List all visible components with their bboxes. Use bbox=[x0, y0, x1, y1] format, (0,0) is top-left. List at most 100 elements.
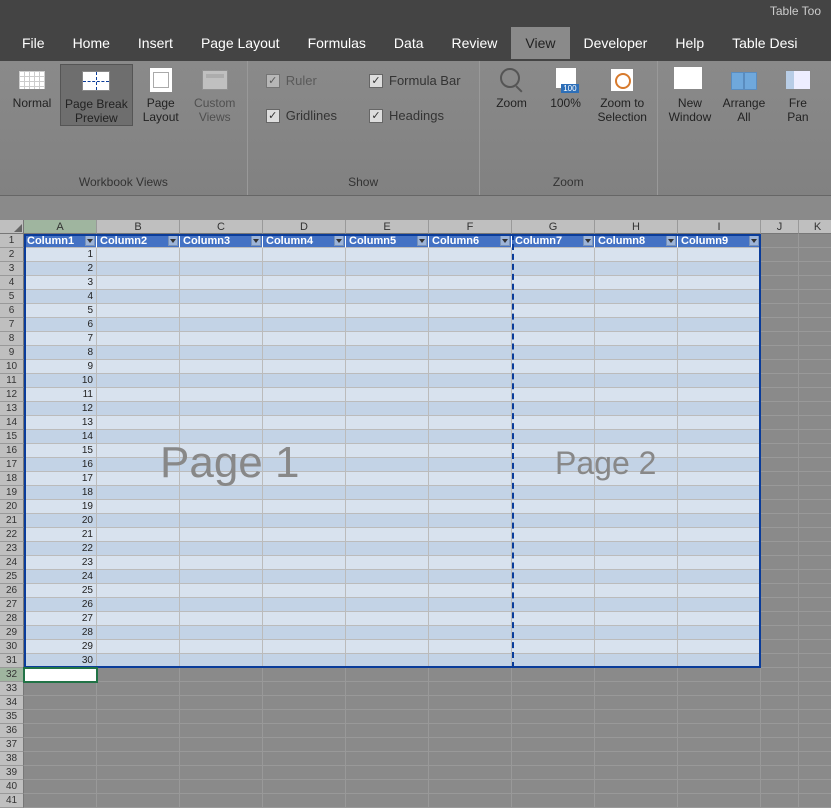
cell[interactable] bbox=[429, 416, 512, 430]
cell[interactable] bbox=[761, 486, 799, 500]
cell[interactable] bbox=[678, 514, 761, 528]
cell[interactable] bbox=[678, 668, 761, 682]
cell[interactable] bbox=[180, 640, 263, 654]
cell[interactable] bbox=[429, 710, 512, 724]
cell[interactable] bbox=[24, 752, 97, 766]
row-header-5[interactable]: 5 bbox=[0, 290, 24, 304]
cell[interactable] bbox=[346, 514, 429, 528]
cell[interactable] bbox=[595, 696, 678, 710]
cell[interactable] bbox=[180, 276, 263, 290]
cell[interactable] bbox=[180, 458, 263, 472]
cell[interactable] bbox=[24, 668, 97, 682]
cell[interactable] bbox=[24, 738, 97, 752]
cell[interactable] bbox=[595, 262, 678, 276]
cell[interactable] bbox=[263, 416, 346, 430]
cell[interactable] bbox=[429, 570, 512, 584]
cell[interactable] bbox=[678, 710, 761, 724]
filter-dropdown-icon[interactable] bbox=[500, 235, 510, 246]
cell[interactable] bbox=[761, 626, 799, 640]
cell[interactable] bbox=[429, 360, 512, 374]
cell[interactable] bbox=[512, 276, 595, 290]
cell[interactable] bbox=[97, 262, 180, 276]
cell[interactable] bbox=[512, 696, 595, 710]
row-header-38[interactable]: 38 bbox=[0, 752, 24, 766]
col-header-A[interactable]: A bbox=[24, 220, 97, 234]
cell[interactable] bbox=[799, 346, 831, 360]
cell[interactable] bbox=[346, 262, 429, 276]
cell[interactable] bbox=[512, 556, 595, 570]
cell[interactable] bbox=[595, 458, 678, 472]
cell[interactable] bbox=[678, 766, 761, 780]
cell[interactable] bbox=[512, 374, 595, 388]
cell[interactable] bbox=[263, 542, 346, 556]
cell[interactable] bbox=[263, 752, 346, 766]
cell[interactable] bbox=[761, 612, 799, 626]
row-header-21[interactable]: 21 bbox=[0, 514, 24, 528]
cell[interactable] bbox=[761, 710, 799, 724]
cell[interactable] bbox=[97, 640, 180, 654]
cell[interactable] bbox=[24, 780, 97, 794]
cell[interactable] bbox=[761, 542, 799, 556]
cell[interactable] bbox=[678, 556, 761, 570]
cell[interactable] bbox=[263, 486, 346, 500]
cell[interactable] bbox=[346, 528, 429, 542]
cell[interactable] bbox=[346, 430, 429, 444]
cell[interactable] bbox=[346, 416, 429, 430]
cell[interactable] bbox=[595, 444, 678, 458]
row-header-30[interactable]: 30 bbox=[0, 640, 24, 654]
cell[interactable] bbox=[346, 724, 429, 738]
cell[interactable] bbox=[512, 500, 595, 514]
cell[interactable] bbox=[97, 332, 180, 346]
cell[interactable] bbox=[761, 640, 799, 654]
cell[interactable] bbox=[678, 780, 761, 794]
cell[interactable] bbox=[97, 304, 180, 318]
cell[interactable] bbox=[263, 668, 346, 682]
cell[interactable] bbox=[263, 276, 346, 290]
cell[interactable] bbox=[799, 514, 831, 528]
cell[interactable] bbox=[180, 682, 263, 696]
cell[interactable] bbox=[799, 444, 831, 458]
zoom-to-selection-button[interactable]: Zoom toSelection bbox=[594, 64, 651, 124]
cell[interactable] bbox=[346, 710, 429, 724]
cell[interactable] bbox=[761, 444, 799, 458]
cell[interactable] bbox=[512, 486, 595, 500]
cell[interactable] bbox=[180, 486, 263, 500]
cell[interactable] bbox=[180, 430, 263, 444]
cell[interactable] bbox=[761, 556, 799, 570]
cell[interactable] bbox=[429, 472, 512, 486]
cell[interactable] bbox=[799, 304, 831, 318]
cell[interactable] bbox=[263, 738, 346, 752]
cell[interactable] bbox=[429, 388, 512, 402]
cell[interactable] bbox=[346, 556, 429, 570]
cell[interactable] bbox=[512, 290, 595, 304]
cell[interactable]: 26 bbox=[24, 598, 97, 612]
cell[interactable] bbox=[429, 262, 512, 276]
cell[interactable] bbox=[761, 724, 799, 738]
cell[interactable]: 27 bbox=[24, 612, 97, 626]
cell[interactable] bbox=[346, 486, 429, 500]
cell[interactable] bbox=[678, 290, 761, 304]
filter-dropdown-icon[interactable] bbox=[85, 235, 95, 246]
cell[interactable] bbox=[429, 290, 512, 304]
row-header-29[interactable]: 29 bbox=[0, 626, 24, 640]
cell[interactable] bbox=[263, 318, 346, 332]
cell[interactable] bbox=[761, 584, 799, 598]
cell[interactable] bbox=[595, 528, 678, 542]
cell[interactable] bbox=[595, 500, 678, 514]
cell[interactable] bbox=[761, 234, 799, 248]
cell[interactable] bbox=[97, 556, 180, 570]
col-header-I[interactable]: I bbox=[678, 220, 761, 234]
cell[interactable] bbox=[761, 696, 799, 710]
cell[interactable]: 18 bbox=[24, 486, 97, 500]
cell[interactable] bbox=[761, 668, 799, 682]
cell[interactable] bbox=[97, 612, 180, 626]
cell[interactable] bbox=[678, 472, 761, 486]
cell[interactable] bbox=[429, 346, 512, 360]
menu-item-home[interactable]: Home bbox=[59, 27, 124, 59]
cell[interactable] bbox=[595, 668, 678, 682]
row-header-8[interactable]: 8 bbox=[0, 332, 24, 346]
cell[interactable] bbox=[429, 640, 512, 654]
cell[interactable] bbox=[799, 276, 831, 290]
menu-item-data[interactable]: Data bbox=[380, 27, 438, 59]
cell[interactable] bbox=[761, 304, 799, 318]
